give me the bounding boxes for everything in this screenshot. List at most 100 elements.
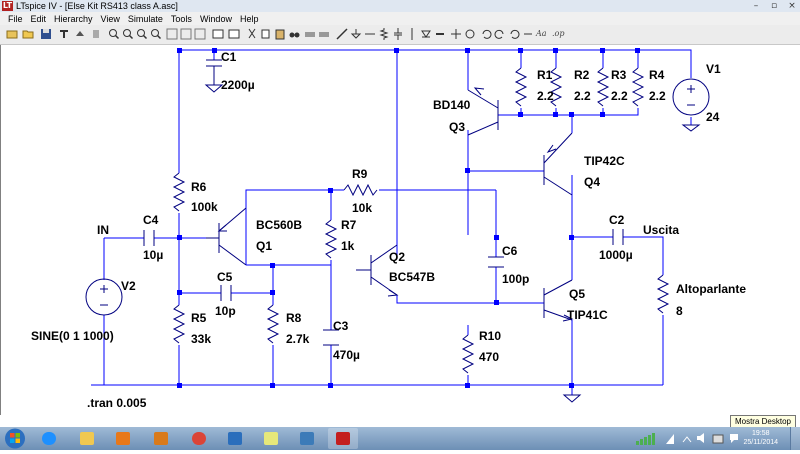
- menu-simulate[interactable]: Simulate: [128, 14, 163, 24]
- resistor-r6: [172, 172, 186, 212]
- value-r2: 2.2: [574, 89, 591, 103]
- open-folder-icon[interactable]: [22, 28, 34, 40]
- open-icon[interactable]: [6, 28, 18, 40]
- signal-icon[interactable]: [665, 433, 675, 445]
- label-r4: R4: [649, 68, 665, 82]
- close-button[interactable]: ×: [786, 0, 798, 12]
- value-q2: BC547B: [389, 270, 435, 284]
- label-q1: Q1: [256, 239, 272, 253]
- rotate-icon[interactable]: [508, 28, 520, 40]
- mirror-icon[interactable]: [522, 28, 534, 40]
- waveform-icon[interactable]: [212, 28, 224, 40]
- control-panel-icon[interactable]: [58, 28, 70, 40]
- value-r10: 470: [479, 350, 499, 364]
- show-hidden-icons[interactable]: [682, 433, 692, 445]
- taskbar: 19:58 25/11/2014: [0, 427, 800, 450]
- file-explorer-icon[interactable]: [72, 428, 102, 449]
- lt-logo-icon[interactable]: LT: [2, 1, 13, 11]
- outlook-icon[interactable]: [146, 428, 176, 449]
- clock[interactable]: 19:58 25/11/2014: [743, 429, 778, 447]
- spice-directive-tool[interactable]: .op: [552, 29, 564, 38]
- cut-icon[interactable]: [246, 28, 258, 40]
- menu-help[interactable]: Help: [240, 14, 259, 24]
- restore-button[interactable]: ▫: [768, 0, 780, 12]
- diode-icon[interactable]: [420, 28, 432, 40]
- label-c2: C2: [609, 213, 625, 227]
- label-r6: R6: [191, 180, 207, 194]
- run-icon[interactable]: [74, 28, 86, 40]
- label-q4: Q4: [584, 175, 600, 189]
- label-r10: R10: [479, 329, 501, 343]
- transistor-q3: [467, 87, 499, 136]
- windows-start-icon[interactable]: [3, 427, 27, 450]
- speaker-altoparlante: [656, 274, 670, 314]
- internet-explorer-icon[interactable]: [34, 428, 64, 449]
- value-c6: 100p: [502, 272, 529, 286]
- value-r7: 1k: [341, 239, 355, 253]
- menu-view[interactable]: View: [101, 14, 120, 24]
- ground-icon[interactable]: [350, 28, 362, 40]
- chrome-icon[interactable]: [184, 428, 214, 449]
- maxthon-icon[interactable]: [220, 428, 250, 449]
- pan-icon[interactable]: [122, 28, 134, 40]
- resistor-r7: [324, 219, 338, 259]
- value-r4: 2.2: [649, 89, 666, 103]
- resistor-icon[interactable]: [378, 28, 390, 40]
- drag-icon[interactable]: [464, 28, 476, 40]
- usb-icon[interactable]: [712, 433, 724, 445]
- resistor-r3: [596, 67, 610, 107]
- inductor-icon[interactable]: [406, 28, 418, 40]
- print-icon[interactable]: [318, 28, 330, 40]
- capacitor-c5: [220, 285, 232, 301]
- component-icon[interactable]: [434, 28, 446, 40]
- menu-edit[interactable]: Edit: [31, 14, 47, 24]
- label-c4: C4: [143, 213, 159, 227]
- label-net-icon[interactable]: [364, 28, 376, 40]
- schematic-canvas[interactable]: C1 2200µ R1 2.2 R2 2.2 R3 2.2 R4 2.2 V1 …: [0, 45, 800, 415]
- menu-bar: File Edit Hierarchy View Simulate Tools …: [0, 12, 800, 25]
- network-icon[interactable]: [636, 433, 660, 445]
- print-preview-icon[interactable]: [304, 28, 316, 40]
- capacitor-c6: [488, 256, 504, 268]
- paste-icon[interactable]: [274, 28, 286, 40]
- value-speaker: 8: [676, 304, 683, 318]
- copy-icon[interactable]: [260, 28, 272, 40]
- value-q3: BD140: [433, 98, 471, 112]
- resistor-r9: [343, 183, 378, 197]
- redo-icon[interactable]: [494, 28, 506, 40]
- window-title: LTspice IV - [Else Kit RS413 class A.asc…: [16, 1, 178, 11]
- volume-icon[interactable]: [696, 432, 708, 444]
- wire-icon[interactable]: [336, 28, 348, 40]
- find-icon[interactable]: [288, 28, 300, 40]
- show-desktop-button[interactable]: [790, 427, 800, 450]
- schematic[interactable]: C1 2200µ R1 2.2 R2 2.2 R3 2.2 R4 2.2 V1 …: [1, 45, 800, 415]
- move-icon[interactable]: [450, 28, 462, 40]
- menu-file[interactable]: File: [8, 14, 23, 24]
- halt-icon[interactable]: [90, 28, 102, 40]
- label-r9: R9: [352, 167, 368, 181]
- label-v1: V1: [706, 62, 721, 76]
- trace-icon[interactable]: [228, 28, 240, 40]
- remote-desktop-icon[interactable]: [292, 428, 322, 449]
- capacitor-c2: [612, 229, 624, 245]
- capacitor-icon[interactable]: [392, 28, 404, 40]
- value-c4: 10µ: [143, 248, 163, 262]
- notes-icon[interactable]: [256, 428, 286, 449]
- zoom-in-icon[interactable]: [108, 28, 120, 40]
- minimize-button[interactable]: –: [750, 0, 762, 12]
- save-icon[interactable]: [40, 28, 52, 40]
- text-tool[interactable]: Aa: [536, 29, 547, 38]
- media-player-icon[interactable]: [108, 428, 138, 449]
- zoom-out-icon[interactable]: [136, 28, 148, 40]
- menu-window[interactable]: Window: [200, 14, 232, 24]
- menu-hierarchy[interactable]: Hierarchy: [54, 14, 93, 24]
- menu-tools[interactable]: Tools: [171, 14, 192, 24]
- undo-icon[interactable]: [480, 28, 492, 40]
- ltspice-icon[interactable]: [328, 428, 358, 449]
- cascade-icon[interactable]: [180, 28, 192, 40]
- close-window-icon[interactable]: [194, 28, 206, 40]
- tile-icon[interactable]: [166, 28, 178, 40]
- zoom-fit-icon[interactable]: [150, 28, 162, 40]
- value-r6: 100k: [191, 200, 218, 214]
- action-center-icon[interactable]: [728, 432, 740, 444]
